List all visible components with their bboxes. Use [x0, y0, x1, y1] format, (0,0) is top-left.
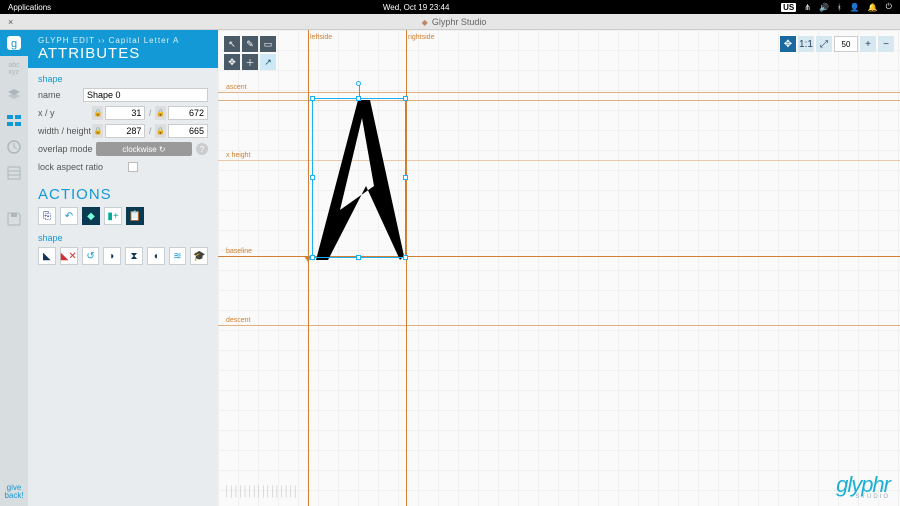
rail-settings[interactable] [0, 108, 28, 134]
give-back-link[interactable]: giveback! [4, 484, 23, 506]
rail-history[interactable] [0, 134, 28, 160]
resize-handle-bm[interactable] [356, 255, 361, 260]
layer-up-button[interactable]: ≋ [169, 247, 187, 265]
selection-bounding-box[interactable] [312, 98, 406, 258]
overlap-label: overlap mode [38, 144, 96, 154]
glyphr-logo: glyphr STUDIO [836, 472, 890, 500]
actions-shape-heading: shape [28, 227, 218, 245]
y-input[interactable] [168, 106, 208, 120]
pointer-tool[interactable]: ↖ [224, 36, 240, 52]
pan-tool[interactable]: ✥ [224, 54, 240, 70]
xy-label: x / y [38, 108, 92, 118]
height-input[interactable] [168, 124, 208, 138]
resize-handle-tl[interactable] [310, 96, 315, 101]
fit-view-button[interactable]: ✥ [780, 36, 796, 52]
svg-text:g: g [11, 38, 17, 50]
volume-icon[interactable]: 🔊 [819, 3, 829, 12]
undo-button[interactable]: ↶ [60, 207, 78, 225]
name-label: name [38, 90, 83, 100]
align-left-button[interactable]: ◗ [103, 247, 121, 265]
w-lock-icon[interactable]: 🔒 [92, 124, 103, 138]
rail-layers[interactable] [0, 82, 28, 108]
rail-glyph-edit[interactable]: g [0, 30, 28, 56]
left-icon-rail: g abcxyz giveback! [0, 30, 28, 506]
clipboard-button[interactable]: 📋 [126, 207, 144, 225]
resize-handle-tm[interactable] [356, 96, 361, 101]
layer-down-button[interactable]: 🎓 [190, 247, 208, 265]
breadcrumb[interactable]: GLYPH EDIT ›› Capital Letter A [38, 36, 208, 45]
resize-handle-bl[interactable] [310, 255, 315, 260]
ascent-label: ascent [226, 84, 247, 91]
add-shape-button[interactable]: ▮+ [104, 207, 122, 225]
descent-label: descent [226, 317, 251, 324]
overlap-mode-button[interactable]: clockwise ↻ [96, 142, 192, 156]
zoom-fit-button[interactable]: ⤢ [816, 36, 832, 52]
baseline-label: baseline [226, 248, 252, 255]
attributes-panel: GLYPH EDIT ›› Capital Letter A ATTRIBUTE… [28, 30, 218, 506]
resize-handle-ml[interactable] [310, 175, 315, 180]
window-titlebar: × ◆Glyphr Studio [0, 14, 900, 30]
window-title: ◆Glyphr Studio [16, 17, 892, 27]
descent-guide [218, 325, 900, 326]
x-lock-icon[interactable]: 🔒 [92, 106, 103, 120]
copy-button[interactable]: ⎘ [38, 207, 56, 225]
os-datetime: Wed, Oct 19 23:44 [51, 3, 781, 12]
rightside-label: rightside [408, 34, 434, 41]
pen-tool[interactable]: ✎ [242, 36, 258, 52]
leftside-label: leftside [310, 34, 332, 41]
ascent-guide [218, 92, 900, 93]
shape-section-heading: shape [28, 68, 218, 86]
canvas-tools-top-right: ✥ 1:1 ⤢ 50 + − [780, 36, 894, 52]
xheight-label: x height [226, 152, 251, 159]
paste-shape-button[interactable]: ◆ [82, 207, 100, 225]
add-point-tool[interactable]: ＋ [242, 54, 258, 70]
zoom-value[interactable]: 50 [834, 36, 858, 52]
applications-menu[interactable]: Applications [8, 3, 51, 12]
panel-title: ATTRIBUTES [38, 45, 208, 62]
overlap-help-icon[interactable]: ? [196, 143, 208, 155]
lock-aspect-label: lock aspect ratio [38, 162, 128, 172]
scale-ticks: |||||||||||||||||||||||||||||||| [226, 486, 299, 498]
power-icon[interactable]: ⏻ [886, 2, 892, 12]
wifi-icon[interactable]: ⋔ [804, 3, 811, 12]
reverse-winding-button[interactable]: ↺ [82, 247, 100, 265]
path-edit-tool[interactable]: ↗ [260, 54, 276, 70]
shape-name-input[interactable] [83, 88, 208, 102]
bell-icon[interactable]: 🔔 [868, 3, 878, 12]
align-right-button[interactable]: ◖ [147, 247, 165, 265]
os-top-bar: Applications Wed, Oct 19 23:44 US ⋔ 🔊 ᚼ … [0, 0, 900, 14]
bluetooth-icon[interactable]: ᚼ [837, 3, 842, 12]
rect-tool[interactable]: ▭ [260, 36, 276, 52]
flip-h-button[interactable]: ◣ [38, 247, 56, 265]
rail-save[interactable] [0, 206, 28, 232]
resize-handle-br[interactable] [403, 255, 408, 260]
rail-guides[interactable] [0, 160, 28, 186]
canvas-tools-top-left: ↖ ✎ ▭ ✥ ＋ ↗ [224, 36, 276, 70]
panel-header: GLYPH EDIT ›› Capital Letter A ATTRIBUTE… [28, 30, 218, 68]
rail-abc[interactable]: abcxyz [0, 56, 28, 82]
zoom-1to1-button[interactable]: 1:1 [798, 36, 814, 52]
align-center-button[interactable]: ⧗ [125, 247, 143, 265]
keyboard-layout-badge[interactable]: US [781, 3, 796, 12]
wh-label: width / height [38, 126, 92, 136]
rightside-guide [406, 30, 407, 506]
y-lock-icon[interactable]: 🔒 [155, 106, 166, 120]
zoom-in-button[interactable]: + [860, 36, 876, 52]
resize-handle-mr[interactable] [403, 175, 408, 180]
rotate-handle[interactable] [356, 81, 361, 86]
resize-handle-tr[interactable] [403, 96, 408, 101]
h-lock-icon[interactable]: 🔒 [155, 124, 166, 138]
x-input[interactable] [105, 106, 145, 120]
window-close-button[interactable]: × [8, 17, 16, 27]
zoom-out-button[interactable]: − [878, 36, 894, 52]
actions-heading: ACTIONS [28, 176, 218, 205]
width-input[interactable] [105, 124, 145, 138]
delete-shape-button[interactable]: ◣✕ [60, 247, 78, 265]
glyph-canvas[interactable]: ascent x height baseline descent leftsid… [218, 30, 900, 506]
user-icon[interactable]: 👤 [850, 3, 860, 12]
lock-aspect-checkbox[interactable] [128, 162, 138, 172]
leftside-guide [308, 30, 309, 506]
